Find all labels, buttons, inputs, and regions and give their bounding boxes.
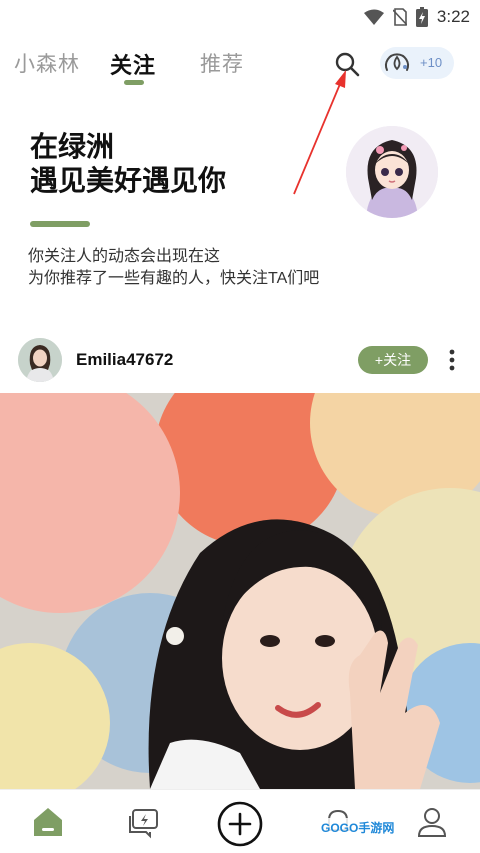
hero-desc-line2: 为你推荐了一些有趣的人，快关注TA们吧 xyxy=(28,270,320,287)
search-button[interactable] xyxy=(333,50,361,78)
top-nav: 小森林 关注 推荐 +10 xyxy=(0,38,480,92)
post-header: Emilia47672 +关注 xyxy=(0,336,480,384)
tab-recommended[interactable]: 推荐 xyxy=(200,48,244,78)
eco-count: +10 xyxy=(420,55,443,70)
post-user-avatar[interactable] xyxy=(18,338,62,382)
hero-description: 你关注人的动态会出现在这 为你推荐了一些有趣的人，快关注TA们吧 xyxy=(28,246,319,290)
hero-title-line2: 遇见美好遇见你 xyxy=(30,165,227,196)
wifi-icon xyxy=(363,9,384,25)
more-options-button[interactable] xyxy=(446,348,458,372)
post-photo[interactable] xyxy=(0,393,480,789)
tab-following[interactable]: 关注 xyxy=(110,48,156,80)
bottom-nav xyxy=(0,789,480,853)
home-icon xyxy=(34,808,62,836)
status-bar: 3:22 xyxy=(0,0,480,34)
profile-icon xyxy=(417,808,447,837)
hero-title: 在绿洲 遇见美好遇见你 xyxy=(30,130,226,198)
tab-forest[interactable]: 小森林 xyxy=(14,48,80,78)
nav-profile[interactable] xyxy=(414,804,450,840)
search-icon xyxy=(335,52,360,77)
nav-home[interactable] xyxy=(30,804,66,840)
hero-desc-line1: 你关注人的动态会出现在这 xyxy=(28,248,221,265)
eco-energy-badge[interactable]: +10 xyxy=(380,47,454,79)
hero-title-line1: 在绿洲 xyxy=(30,131,115,162)
active-tab-indicator xyxy=(124,80,144,85)
add-icon xyxy=(217,801,263,847)
nav-messages[interactable] xyxy=(126,804,162,840)
battery-icon xyxy=(415,7,428,27)
hero-accent-bar xyxy=(30,221,90,227)
status-time: 3:22 xyxy=(436,7,470,26)
messages-icon xyxy=(129,809,158,839)
status-icons: 3:22 xyxy=(363,6,470,28)
nav-add-button[interactable] xyxy=(216,800,264,848)
more-vertical-icon xyxy=(449,349,455,371)
hero-illustration-avatar xyxy=(346,126,438,218)
water-drop-gauge-icon xyxy=(385,53,409,71)
follow-button[interactable]: +关注 xyxy=(358,346,428,374)
no-sim-icon xyxy=(392,8,407,26)
post-username[interactable]: Emilia47672 xyxy=(76,350,173,370)
site-watermark: GOGO手游网 xyxy=(318,818,398,837)
